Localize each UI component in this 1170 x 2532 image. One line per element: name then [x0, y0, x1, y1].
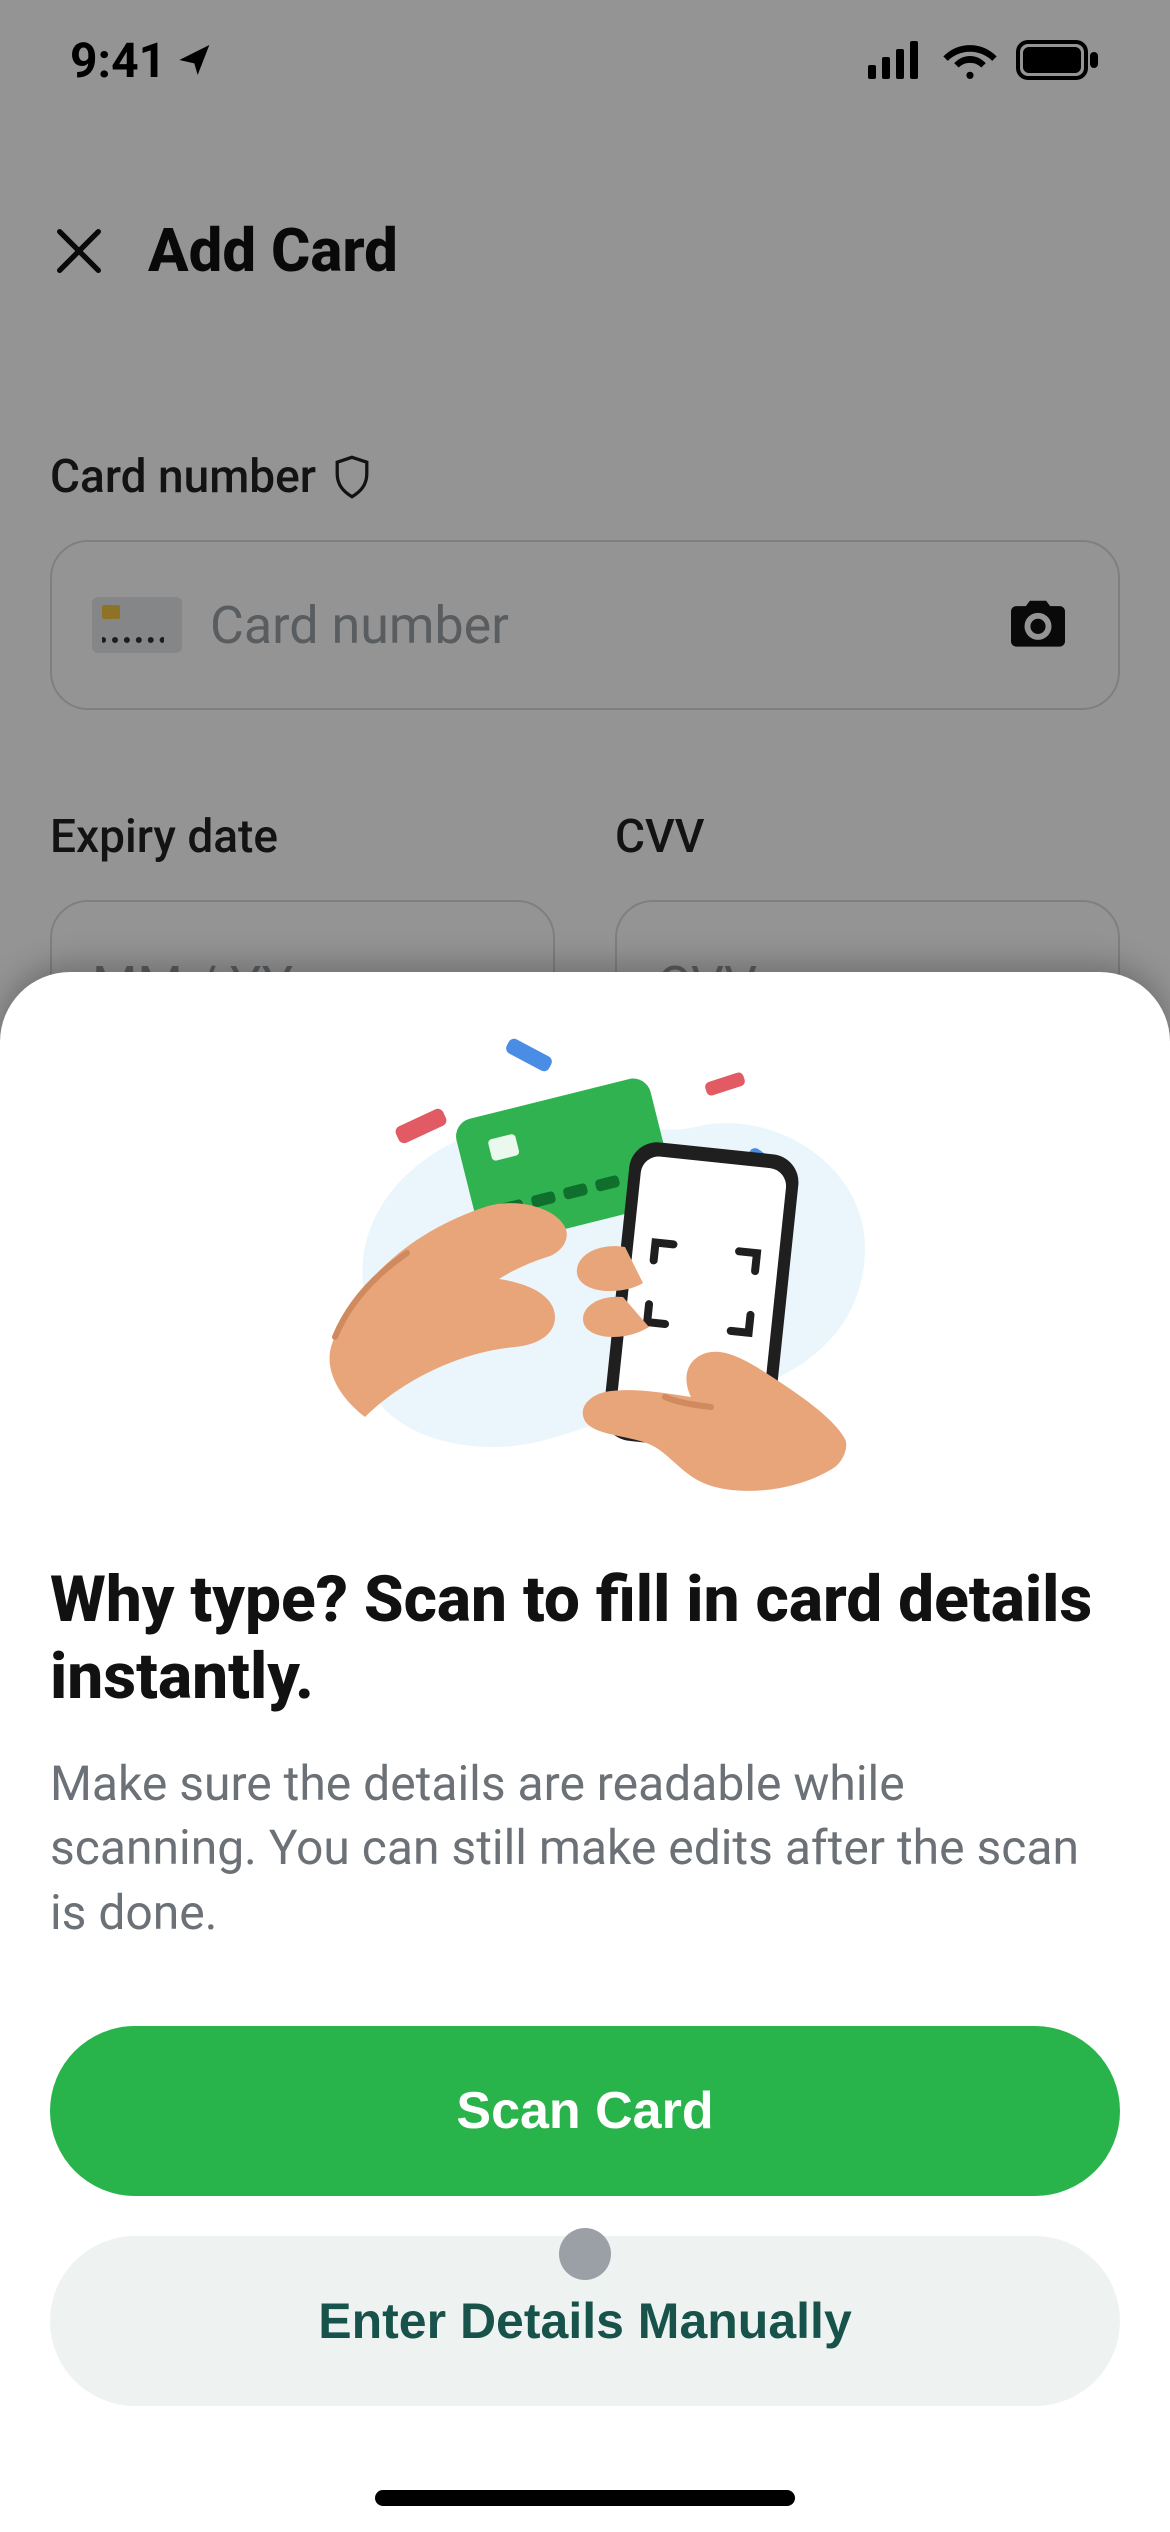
- sheet-description: Make sure the details are readable while…: [50, 1752, 1120, 1946]
- scan-card-illustration: [50, 1022, 1120, 1522]
- enter-manually-button[interactable]: Enter Details Manually: [50, 2236, 1120, 2406]
- enter-manually-button-label: Enter Details Manually: [318, 2293, 852, 2349]
- sheet-handle-knob: [559, 2228, 611, 2280]
- home-indicator[interactable]: [375, 2490, 795, 2506]
- scan-card-button-label: Scan Card: [456, 2082, 713, 2140]
- scan-card-sheet: Why type? Scan to fill in card details i…: [0, 972, 1170, 2532]
- sheet-title: Why type? Scan to fill in card details i…: [50, 1562, 1120, 1716]
- scan-card-button[interactable]: Scan Card: [50, 2026, 1120, 2196]
